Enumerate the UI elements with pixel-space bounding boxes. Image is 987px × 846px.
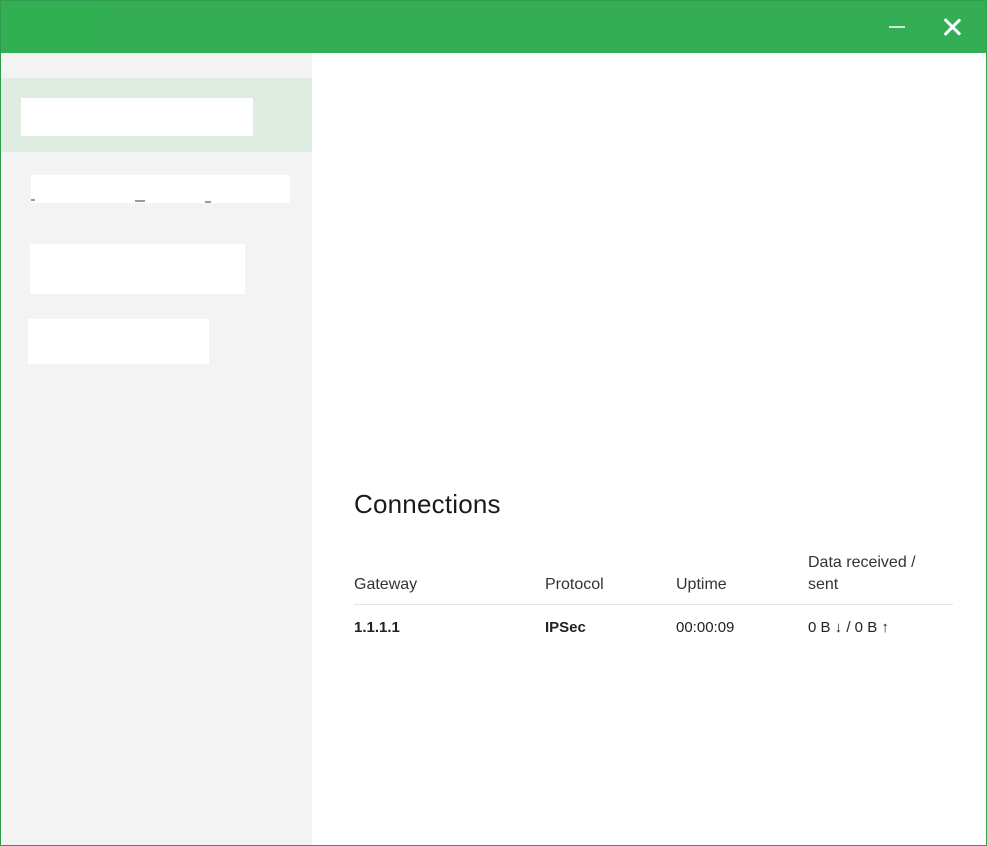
column-header-gateway: Gateway [354, 576, 418, 593]
sidebar [1, 53, 312, 845]
connections-title: Connections [354, 489, 501, 519]
sidebar-item-label [28, 319, 209, 364]
column-header-protocol: Protocol [545, 576, 604, 593]
cell-uptime: 00:00:09 [676, 619, 735, 636]
sidebar-item-1[interactable] [1, 78, 312, 152]
app-window: Connections Gateway Protocol Uptime Data… [0, 0, 987, 846]
text-fragment [31, 199, 35, 201]
sidebar-item-3[interactable] [30, 244, 245, 294]
table-header: Gateway Protocol Uptime Data received / … [354, 549, 953, 605]
title-bar[interactable] [1, 1, 986, 53]
close-button[interactable] [929, 5, 975, 49]
text-fragment [205, 201, 211, 203]
text-fragment [135, 200, 145, 202]
column-header-data: Data received / sent [808, 554, 916, 593]
app-logo [9, 9, 97, 45]
column-header-uptime: Uptime [676, 576, 727, 593]
cell-data: 0 B ↓ / 0 B ↑ [808, 619, 889, 636]
main-content: Connections Gateway Protocol Uptime Data… [312, 53, 986, 845]
connections-table: Gateway Protocol Uptime Data received / … [354, 549, 953, 655]
sidebar-item-label [30, 244, 245, 294]
sidebar-item-label [31, 175, 290, 203]
minimize-icon [889, 26, 905, 28]
sidebar-item-label [21, 98, 253, 136]
sidebar-item-2[interactable] [31, 175, 290, 203]
table-row[interactable]: 1.1.1.1 IPSec 00:00:09 0 B ↓ / 0 B ↑ [354, 605, 953, 655]
sidebar-item-4[interactable] [28, 319, 209, 364]
close-icon [942, 17, 962, 37]
minimize-button[interactable] [874, 5, 920, 49]
cell-gateway: 1.1.1.1 [354, 619, 400, 636]
cell-protocol: IPSec [545, 619, 586, 636]
